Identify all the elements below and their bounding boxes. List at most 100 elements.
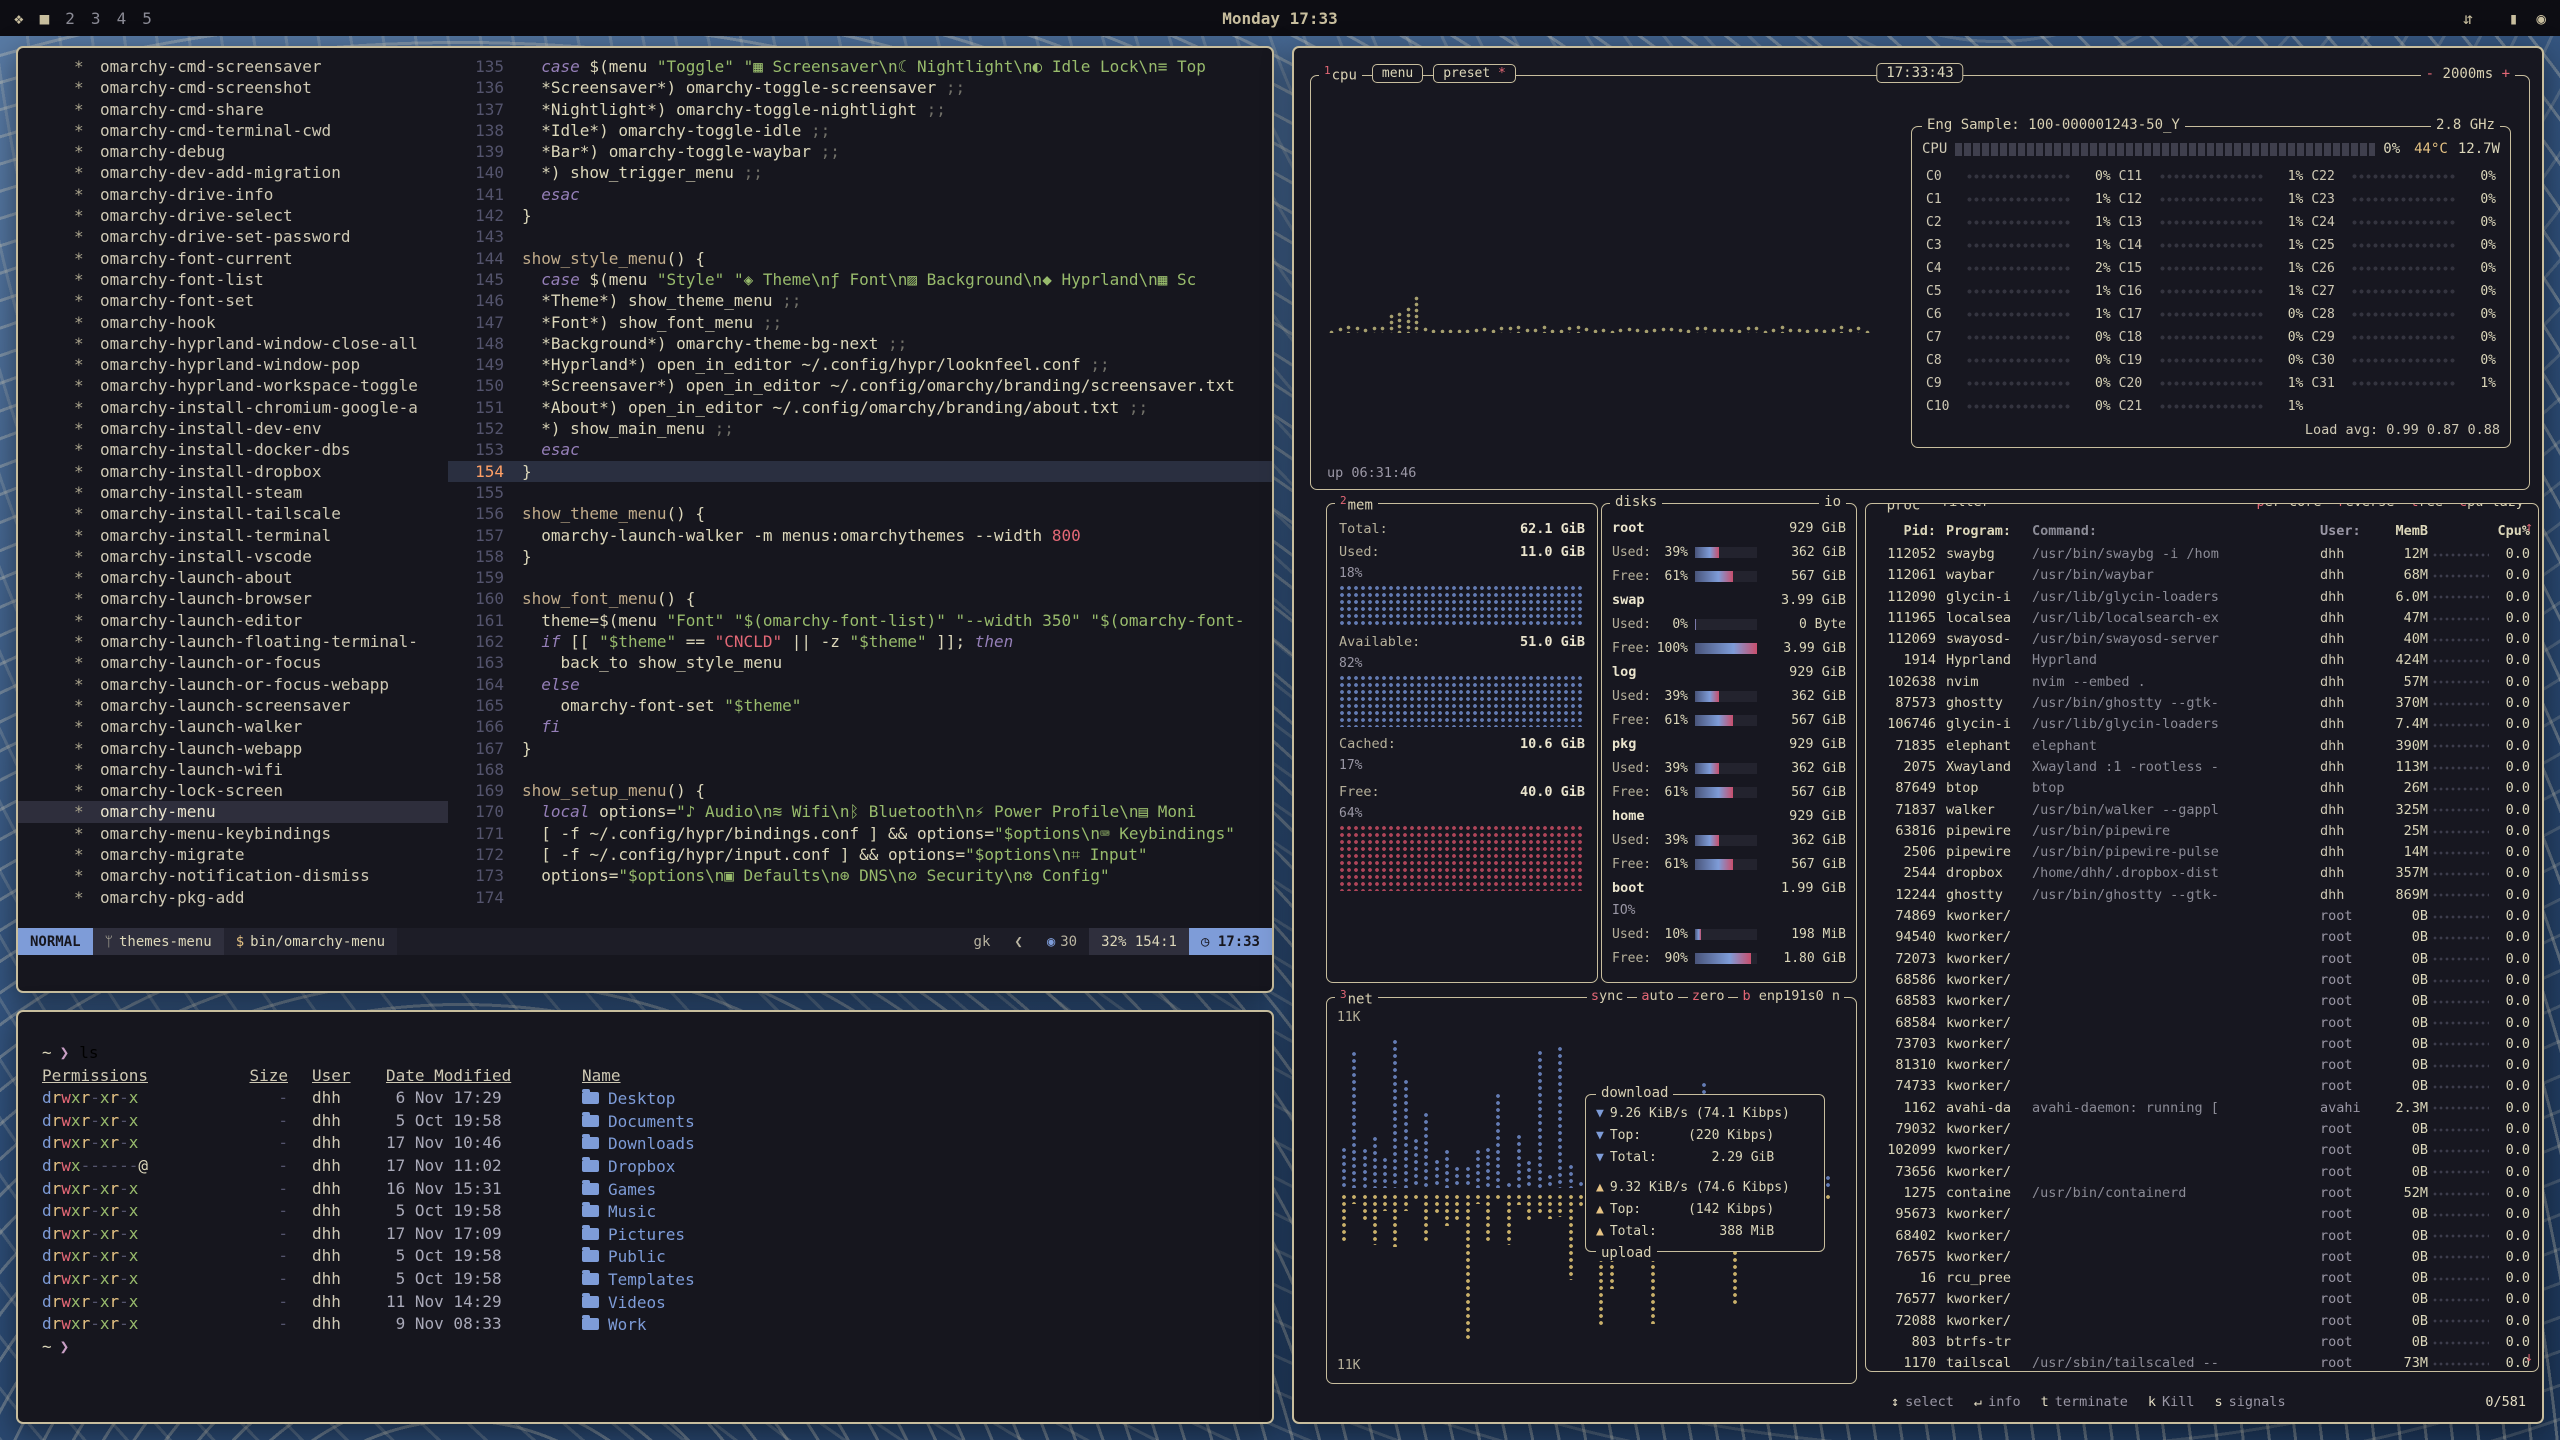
code-line[interactable]: 167} xyxy=(448,738,1272,759)
code-line[interactable]: 143 xyxy=(448,226,1272,247)
file-item[interactable]: *omarchy-hook xyxy=(18,312,448,333)
code-line[interactable]: 146 *Theme*) show_theme_menu ;; xyxy=(448,290,1272,311)
footer-key-label[interactable]: Kill xyxy=(2162,1394,2195,1410)
current-file[interactable]: $bin/omarchy-menu xyxy=(224,928,397,955)
disks-io-toggle[interactable]: io xyxy=(1819,494,1846,510)
command-line[interactable] xyxy=(18,955,1272,991)
file-item[interactable]: *omarchy-drive-select xyxy=(18,205,448,226)
code-line[interactable]: 154} xyxy=(448,461,1272,482)
process-row[interactable]: 87573ghostty/usr/bin/ghostty --gtk-dhh37… xyxy=(1874,693,2530,714)
code-line[interactable]: 149 *Hyprland*) open_in_editor ~/.config… xyxy=(448,354,1272,375)
file-item[interactable]: *omarchy-launch-webapp xyxy=(18,738,448,759)
battery-icon[interactable]: ▮ xyxy=(2509,9,2519,28)
file-item[interactable]: *omarchy-install-docker-dbs xyxy=(18,439,448,460)
proc-tab-per-core[interactable]: per-core xyxy=(2252,503,2325,510)
file-item[interactable]: *omarchy-install-tailscale xyxy=(18,503,448,524)
process-row[interactable]: 94540kworker/root0B0.0 xyxy=(1874,927,2530,948)
process-row[interactable]: 71837walker/usr/bin/walker --gappldhh325… xyxy=(1874,800,2530,821)
code-line[interactable]: 147 *Font*) show_font_menu ;; xyxy=(448,312,1272,333)
file-item[interactable]: *omarchy-menu xyxy=(18,801,448,822)
process-row[interactable]: 111965localsea/usr/lib/localsearch-exdhh… xyxy=(1874,608,2530,629)
code-line[interactable]: 139 *Bar*) omarchy-toggle-waybar ;; xyxy=(448,141,1272,162)
code-line[interactable]: 166 fi xyxy=(448,716,1272,737)
process-row[interactable]: 68583kworker/root0B0.0 xyxy=(1874,991,2530,1012)
file-item[interactable]: *omarchy-migrate xyxy=(18,844,448,865)
file-item[interactable]: *omarchy-install-vscode xyxy=(18,546,448,567)
process-row[interactable]: 112061waybar/usr/bin/waybardhh68M0.0 xyxy=(1874,565,2530,586)
code-line[interactable]: 135 case $(menu "Toggle" "▦ Screensaver\… xyxy=(448,56,1272,77)
net-box-title[interactable]: 3net xyxy=(1335,988,1378,1008)
proc-scroll-up-icon[interactable]: ↑ xyxy=(2525,520,2533,535)
update-interval[interactable]: - 2000ms + xyxy=(2421,66,2515,82)
code-line[interactable]: 155 xyxy=(448,482,1272,503)
process-row[interactable]: 76577kworker/root0B0.0 xyxy=(1874,1289,2530,1310)
code-line[interactable]: 173 options="$options\n▣ Defaults\n⊕ DNS… xyxy=(448,865,1272,886)
code-line[interactable]: 172 [ -f ~/.config/hypr/input.conf ] && … xyxy=(448,844,1272,865)
process-row[interactable]: 74869kworker/root0B0.0 xyxy=(1874,906,2530,927)
process-row[interactable]: 106746glycin-i/usr/lib/glycin-loadersdhh… xyxy=(1874,714,2530,735)
code-line[interactable]: 137 *Nightlight*) omarchy-toggle-nightli… xyxy=(448,99,1272,120)
file-item[interactable]: *omarchy-install-chromium-google-a xyxy=(18,397,448,418)
process-row[interactable]: 87649btopbtopdhh26M0.0 xyxy=(1874,778,2530,799)
file-item[interactable]: *omarchy-launch-or-focus xyxy=(18,652,448,673)
file-item[interactable]: *omarchy-launch-screensaver xyxy=(18,695,448,716)
file-item[interactable]: *omarchy-install-dev-env xyxy=(18,418,448,439)
process-row[interactable]: 1170tailscal/usr/sbin/tailscaled --root7… xyxy=(1874,1353,2530,1372)
process-row[interactable]: 112090glycin-i/usr/lib/glycin-loadersdhh… xyxy=(1874,587,2530,608)
file-item[interactable]: *omarchy-launch-or-focus-webapp xyxy=(18,674,448,695)
process-row[interactable]: 803btrfs-trroot0B0.0 xyxy=(1874,1332,2530,1353)
code-line[interactable]: 151 *About*) open_in_editor ~/.config/om… xyxy=(448,397,1272,418)
net-tab-zero[interactable]: zero xyxy=(1688,988,1729,1004)
net-interface-switcher[interactable]: b enp191s0 n xyxy=(1738,988,1844,1004)
menu-button[interactable]: menu xyxy=(1372,64,1423,83)
code-line[interactable]: 140 *) show_trigger_menu ;; xyxy=(448,162,1272,183)
file-item[interactable]: *omarchy-drive-set-password xyxy=(18,226,448,247)
file-item[interactable]: *omarchy-launch-browser xyxy=(18,588,448,609)
file-item[interactable]: *omarchy-notification-dismiss xyxy=(18,865,448,886)
proc-sort-selector[interactable]: cpu lazy xyxy=(2455,503,2528,510)
mem-box-title[interactable]: 2mem xyxy=(1335,494,1378,514)
process-row[interactable]: 2544dropbox/home/dhh/.dropbox-distdhh357… xyxy=(1874,863,2530,884)
file-item[interactable]: *omarchy-install-steam xyxy=(18,482,448,503)
code-line[interactable]: 171 [ -f ~/.config/hypr/bindings.conf ] … xyxy=(448,823,1272,844)
file-item[interactable]: *omarchy-cmd-screensaver xyxy=(18,56,448,77)
process-row[interactable]: 2075XwaylandXwayland :1 -rootless -dhh11… xyxy=(1874,757,2530,778)
code-line[interactable]: 169show_setup_menu() { xyxy=(448,780,1272,801)
file-item[interactable]: *omarchy-cmd-share xyxy=(18,99,448,120)
code-line[interactable]: 145 case $(menu "Style" "◈ Theme\nƒ Font… xyxy=(448,269,1272,290)
code-line[interactable]: 165 omarchy-font-set "$theme" xyxy=(448,695,1272,716)
process-row[interactable]: 72073kworker/root0B0.0 xyxy=(1874,949,2530,970)
file-item[interactable]: *omarchy-font-list xyxy=(18,269,448,290)
proc-scroll-down-icon[interactable]: ↓ xyxy=(2525,1350,2533,1365)
proc-filter-button[interactable]: filter xyxy=(1936,503,1995,510)
disks-box-title[interactable]: disks xyxy=(1610,494,1662,510)
code-line[interactable]: 174 xyxy=(448,887,1272,908)
code-line[interactable]: 141 esac xyxy=(448,184,1272,205)
process-row[interactable]: 73703kworker/root0B0.0 xyxy=(1874,1034,2530,1055)
proc-tab-tree[interactable]: tree xyxy=(2406,503,2447,510)
code-line[interactable]: 159 xyxy=(448,567,1272,588)
footer-key-label[interactable]: select xyxy=(1905,1394,1954,1410)
code-line[interactable]: 156show_theme_menu() { xyxy=(448,503,1272,524)
code-pane[interactable]: 135 case $(menu "Toggle" "▦ Screensaver\… xyxy=(448,56,1272,928)
code-line[interactable]: 142} xyxy=(448,205,1272,226)
footer-key-label[interactable]: terminate xyxy=(2055,1394,2128,1410)
process-row[interactable]: 16rcu_preeroot0B0.0 xyxy=(1874,1268,2530,1289)
code-line[interactable]: 144show_style_menu() { xyxy=(448,248,1272,269)
file-item[interactable]: *omarchy-hyprland-window-close-all xyxy=(18,333,448,354)
footer-key-icon[interactable]: t xyxy=(2041,1394,2049,1410)
code-line[interactable]: 152 *) show_main_menu ;; xyxy=(448,418,1272,439)
proc-header-row[interactable]: Pid: Program: Command: User: MemB Cpu% xyxy=(1874,518,2530,544)
process-row[interactable]: 68402kworker/root0B0.0 xyxy=(1874,1226,2530,1247)
file-item[interactable]: *omarchy-font-set xyxy=(18,290,448,311)
footer-key-icon[interactable]: k xyxy=(2148,1394,2156,1410)
footer-key-icon[interactable]: ↵ xyxy=(1974,1394,1982,1410)
file-item[interactable]: *omarchy-launch-floating-terminal- xyxy=(18,631,448,652)
process-row[interactable]: 63816pipewire/usr/bin/pipewiredhh25M0.0 xyxy=(1874,821,2530,842)
file-item[interactable]: *omarchy-menu-keybindings xyxy=(18,823,448,844)
process-row[interactable]: 76575kworker/root0B0.0 xyxy=(1874,1247,2530,1268)
process-row[interactable]: 79032kworker/root0B0.0 xyxy=(1874,1119,2530,1140)
process-row[interactable]: 74733kworker/root0B0.0 xyxy=(1874,1076,2530,1097)
file-item[interactable]: *omarchy-launch-about xyxy=(18,567,448,588)
process-row[interactable]: 72088kworker/root0B0.0 xyxy=(1874,1311,2530,1332)
